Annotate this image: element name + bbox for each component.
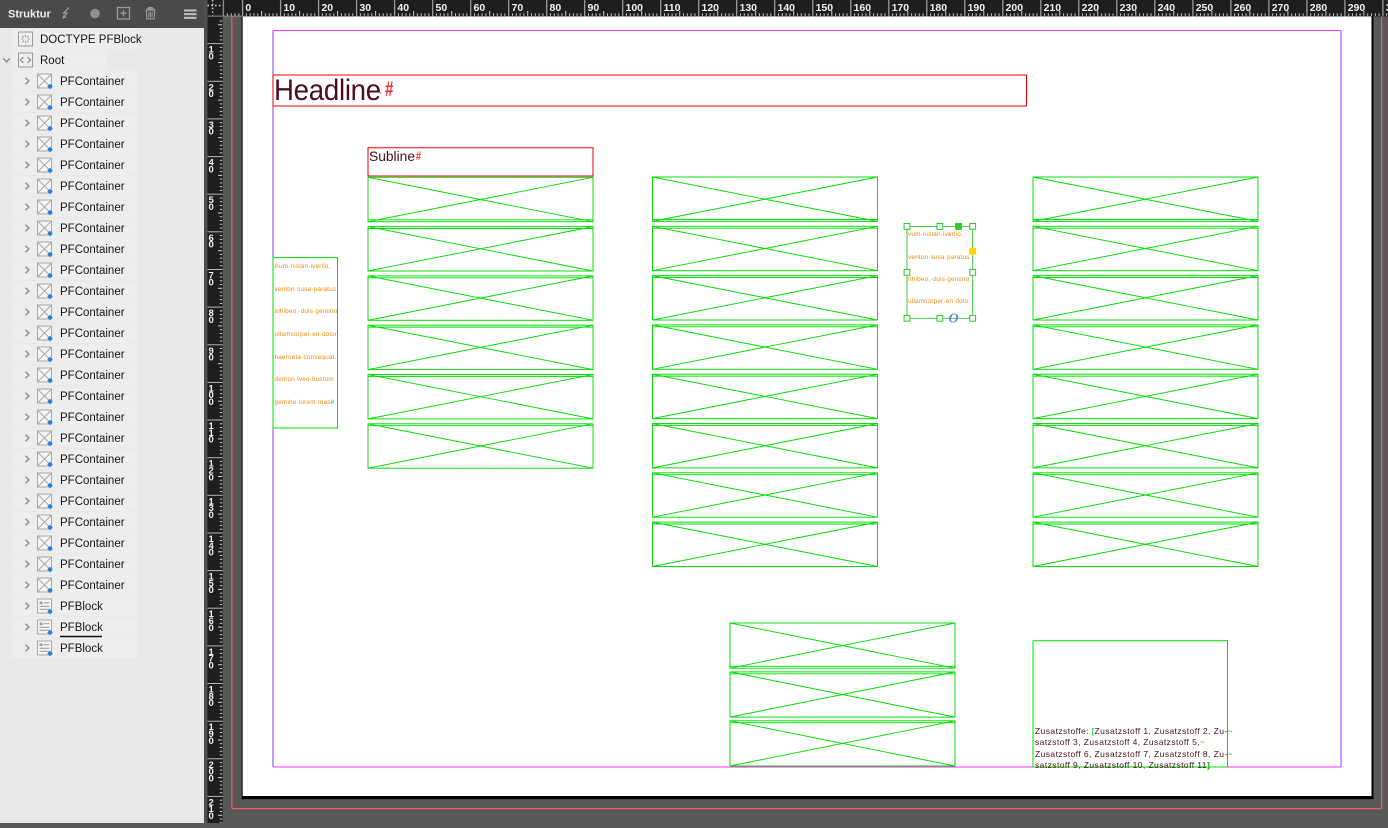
svg-text:120: 120: [702, 2, 720, 14]
svg-text:170: 170: [892, 2, 910, 14]
svg-text:PFBlock: PFBlock: [60, 643, 103, 655]
svg-text:0: 0: [209, 698, 214, 709]
svg-text:0: 0: [209, 277, 214, 288]
svg-text:O: O: [949, 312, 959, 327]
svg-text:PFBlock: PFBlock: [60, 622, 103, 634]
svg-text:PFContainer: PFContainer: [60, 454, 125, 466]
svg-text:140: 140: [778, 2, 796, 14]
svg-text:PFContainer: PFContainer: [60, 412, 125, 424]
svg-text:110: 110: [664, 2, 681, 14]
svg-text:30: 30: [359, 2, 371, 14]
svg-text:10: 10: [283, 2, 295, 14]
svg-text:PFContainer: PFContainer: [60, 139, 125, 151]
svg-text:Root: Root: [40, 55, 65, 67]
svg-text:40: 40: [397, 2, 409, 14]
svg-text:0: 0: [209, 623, 214, 634]
svg-text:PFContainer: PFContainer: [60, 580, 125, 592]
svg-text:190: 190: [968, 2, 986, 14]
svg-text:0: 0: [209, 127, 214, 138]
svg-text:PFContainer: PFContainer: [60, 181, 125, 193]
svg-text:0: 0: [245, 2, 251, 14]
svg-text:50: 50: [436, 2, 448, 14]
svg-text:240: 240: [1158, 2, 1176, 14]
svg-text:230: 230: [1120, 2, 1138, 14]
svg-text:0: 0: [209, 435, 214, 446]
svg-text:270: 270: [1272, 2, 1290, 14]
svg-text:PFContainer: PFContainer: [60, 370, 125, 382]
svg-text:PFContainer: PFContainer: [60, 475, 125, 487]
svg-text:100: 100: [626, 2, 644, 14]
svg-text:PFContainer: PFContainer: [60, 76, 125, 88]
svg-text:PFContainer: PFContainer: [60, 97, 125, 109]
svg-text:0: 0: [209, 661, 214, 672]
svg-text:0: 0: [209, 89, 214, 100]
svg-text:Struktur: Struktur: [8, 9, 52, 21]
svg-text:0: 0: [209, 240, 214, 251]
svg-text:200: 200: [1006, 2, 1024, 14]
svg-text:PFContainer: PFContainer: [60, 244, 125, 256]
svg-text:0: 0: [209, 164, 214, 175]
svg-text:DOCTYPE PFBlock: DOCTYPE PFBlock: [40, 34, 142, 46]
svg-text:PFContainer: PFContainer: [60, 496, 125, 508]
svg-text:PFContainer: PFContainer: [60, 517, 125, 529]
svg-text:PFContainer: PFContainer: [60, 286, 125, 298]
svg-text:PFContainer: PFContainer: [60, 160, 125, 172]
svg-text:90: 90: [588, 2, 600, 14]
svg-text:60: 60: [474, 2, 486, 14]
svg-text:0: 0: [209, 353, 214, 364]
svg-text:PFContainer: PFContainer: [60, 118, 125, 130]
svg-text:PFContainer: PFContainer: [60, 538, 125, 550]
svg-text:20: 20: [321, 2, 333, 14]
svg-text:0: 0: [209, 472, 214, 483]
svg-text:0: 0: [209, 736, 214, 747]
svg-text:0: 0: [209, 51, 214, 62]
svg-text:PFContainer: PFContainer: [60, 223, 125, 235]
svg-text:290: 290: [1348, 2, 1366, 14]
svg-text:0: 0: [209, 315, 214, 326]
svg-text:160: 160: [854, 2, 872, 14]
svg-text:PFContainer: PFContainer: [60, 391, 125, 403]
svg-text:70: 70: [512, 2, 524, 14]
svg-text:PFContainer: PFContainer: [60, 349, 125, 361]
svg-text:PFContainer: PFContainer: [60, 265, 125, 277]
svg-text:PFContainer: PFContainer: [60, 202, 125, 214]
svg-text:0: 0: [209, 510, 214, 521]
svg-text:PFContainer: PFContainer: [60, 433, 125, 445]
svg-text:PFContainer: PFContainer: [60, 328, 125, 340]
svg-text:0: 0: [209, 811, 214, 822]
svg-text:180: 180: [930, 2, 948, 14]
svg-text:PFBlock: PFBlock: [60, 601, 103, 613]
svg-text:150: 150: [816, 2, 834, 14]
svg-text:0: 0: [209, 202, 214, 213]
svg-text:220: 220: [1082, 2, 1100, 14]
svg-text:210: 210: [1044, 2, 1062, 14]
svg-text:0: 0: [209, 773, 214, 784]
svg-text:250: 250: [1196, 2, 1214, 14]
svg-text:260: 260: [1234, 2, 1252, 14]
svg-text:0: 0: [209, 585, 214, 596]
svg-text:0: 0: [209, 397, 214, 408]
svg-text:PFContainer: PFContainer: [60, 307, 125, 319]
svg-text:280: 280: [1310, 2, 1328, 14]
svg-text:PFContainer: PFContainer: [60, 559, 125, 571]
svg-text:80: 80: [550, 2, 562, 14]
svg-text:0: 0: [209, 548, 214, 559]
svg-text:130: 130: [740, 2, 758, 14]
